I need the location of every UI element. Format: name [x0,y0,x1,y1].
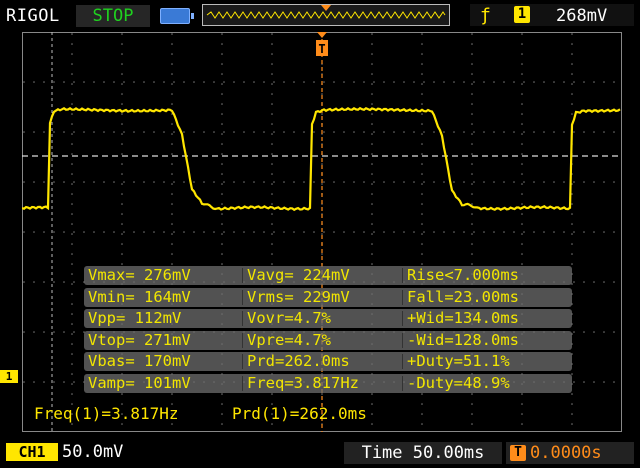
battery-icon [160,8,194,24]
timebase-readout[interactable]: Time 50.00ms [344,442,502,464]
trigger-level: 268mV [556,6,608,26]
measurement-row: Vtop= 271mV Vpre=4.7% -Wid=128.0ms [84,330,572,350]
measurement-value: +Duty=51.1% [407,352,510,371]
measurement-row: Vpp= 112mV Vovr=4.7% +Wid=134.0ms [84,309,572,329]
column-separator [242,289,243,305]
column-separator [242,311,243,327]
rising-edge-icon: ƒ [480,5,491,26]
trace-line [22,106,621,212]
measurement-value: Vmin= 164mV [88,287,191,306]
measurement-value: Vrms= 229mV [247,287,350,306]
measurement-value: Vpre=4.7% [247,330,331,349]
trigger-channel-badge: 1 [514,6,530,23]
bottom-status-bar: CH1 50.0mV Time 50.00ms T 0.0000s [0,438,640,468]
trigger-position-icon [321,5,331,11]
measurement-value: Vmax= 276mV [88,266,191,284]
column-separator [402,268,403,283]
trigger-offset-value: 0.0000s [530,443,602,463]
measurement-value: Fall=23.00ms [407,287,519,306]
measurement-row: Vbas= 170mV Prd=262.0ms +Duty=51.1% [84,352,572,372]
measurement-row: Vmin= 164mV Vrms= 229mV Fall=23.00ms [84,287,572,307]
column-separator [402,354,403,370]
measurement-value: Vamp= 101mV [88,374,191,392]
trigger-offset-icon: T [510,445,526,461]
measurement-value: Vpp= 112mV [88,309,182,328]
column-separator [402,289,403,305]
column-separator [242,268,243,283]
column-separator [242,354,243,370]
memory-depth-bar [202,4,450,26]
measurement-value: Vavg= 224mV [247,266,350,284]
measurement-value: Prd=262.0ms [247,352,350,371]
measurement-value: Vovr=4.7% [247,309,331,328]
measurement-value: Freq=3.817Hz [247,374,359,392]
measurement-value: Vbas= 170mV [88,352,191,371]
measurement-value: +Wid=134.0ms [407,309,519,328]
frequency-readout: Freq(1)=3.817Hz [34,404,179,423]
trigger-status[interactable]: ƒ 1 268mV [470,4,634,26]
volts-per-div[interactable]: 50.0mV [62,442,123,462]
measurement-panel: Vmax= 276mV Vavg= 224mV Rise<7.000ms Vmin= … [84,266,572,396]
column-separator [402,311,403,327]
column-separator [242,376,243,391]
measurement-row: Vmax= 276mV Vavg= 224mV Rise<7.000ms [84,266,572,285]
measurement-value: Rise<7.000ms [407,266,519,284]
measurement-value: -Wid=128.0ms [407,330,519,349]
top-status-bar: RIGOL STOP ƒ 1 268mV [0,0,640,32]
channel-1-label[interactable]: CH1 [6,443,58,461]
measurement-row: Vamp= 101mV Freq=3.817Hz -Duty=48.9% [84,374,572,393]
memory-waveform-preview [206,5,446,19]
run-stop-indicator[interactable]: STOP [76,5,150,27]
column-separator [402,332,403,348]
trigger-offset[interactable]: T 0.0000s [506,442,634,464]
column-separator [242,332,243,348]
measurement-value: -Duty=48.9% [407,374,510,392]
period-readout: Prd(1)=262.0ms [232,404,367,423]
column-separator [402,376,403,391]
measurement-value: Vtop= 271mV [88,330,191,349]
brand-logo: RIGOL [6,6,60,26]
channel-1-ground-marker[interactable]: 1 [0,370,18,383]
